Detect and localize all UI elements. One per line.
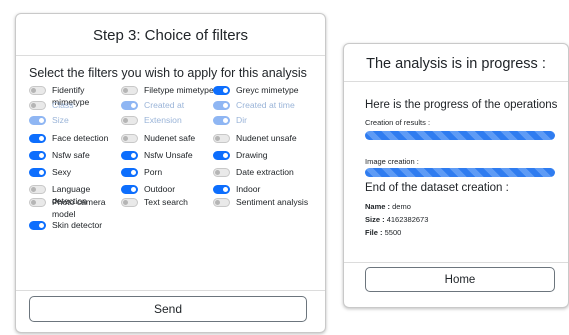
- toggle-switch-icon: [213, 101, 230, 110]
- filter-option-label: Dir: [236, 115, 247, 125]
- filter-option-filetype-mimetype[interactable]: Filetype mimetype: [121, 85, 215, 97]
- filter-option-outdoor[interactable]: Outdoor: [121, 184, 215, 196]
- filter-option-label: Indoor: [236, 184, 261, 194]
- toggle-switch-icon[interactable]: [121, 168, 138, 177]
- filter-option-extension: Extension: [121, 115, 215, 127]
- filter-option-label: Porn: [144, 167, 163, 177]
- results-progress-label: Creation of results :: [365, 118, 431, 127]
- progress-card-title: The analysis is in progress :: [366, 56, 546, 72]
- filter-option-nsfw-safe[interactable]: Nsfw safe: [29, 150, 123, 162]
- filter-option-label: Skin detector: [52, 220, 103, 230]
- toggle-switch-icon: [29, 101, 46, 110]
- filter-option-label: Face detection: [52, 133, 109, 143]
- divider: [16, 55, 325, 56]
- toggle-switch-icon[interactable]: [213, 198, 230, 207]
- divider: [16, 290, 325, 291]
- toggle-switch-icon[interactable]: [29, 221, 46, 230]
- filter-option-greyc-mimetype[interactable]: Greyc mimetype: [213, 85, 313, 97]
- dataset-file-key: File :: [365, 228, 383, 237]
- toggle-switch-icon[interactable]: [29, 86, 46, 95]
- filter-option-date-extraction[interactable]: Date extraction: [213, 167, 313, 179]
- filter-option-size: Size: [29, 115, 123, 127]
- filter-option-label: Nsfw Unsafe: [144, 150, 193, 160]
- filter-option-dir: Dir: [213, 115, 313, 127]
- filter-option-label: Greyc mimetype: [236, 85, 299, 95]
- filter-option-skin-detector[interactable]: Skin detector: [29, 220, 123, 232]
- toggle-switch-icon[interactable]: [121, 185, 138, 194]
- divider: [344, 262, 568, 263]
- filter-option-photo-camera-model[interactable]: Photo camera model: [29, 197, 123, 220]
- filter-option-label: Sentiment analysis: [236, 197, 309, 207]
- filter-option-label: Text search: [144, 197, 188, 207]
- results-progress-bar: [365, 131, 555, 140]
- filter-option-sexy[interactable]: Sexy: [29, 167, 123, 179]
- filter-option-nudenet-unsafe[interactable]: Nudenet unsafe: [213, 133, 313, 145]
- filter-option-drawing[interactable]: Drawing: [213, 150, 313, 162]
- filter-option-label: Sexy: [52, 167, 72, 177]
- filter-option-label: Nudenet unsafe: [236, 133, 297, 143]
- filter-option-label: Outdoor: [144, 184, 176, 194]
- image-progress-bar: [365, 168, 555, 177]
- filter-option-label: Nudenet safe: [144, 133, 196, 143]
- toggle-switch-icon[interactable]: [121, 134, 138, 143]
- filter-option-label: Created at: [144, 100, 185, 110]
- toggle-switch-icon[interactable]: [213, 185, 230, 194]
- filter-option-face-detection[interactable]: Face detection: [29, 133, 123, 145]
- dataset-name-value: demo: [392, 202, 411, 211]
- toggle-switch-icon[interactable]: [121, 198, 138, 207]
- filter-option-nudenet-safe[interactable]: Nudenet safe: [121, 133, 215, 145]
- filter-option-label: Extension: [144, 115, 182, 125]
- toggle-switch-icon: [121, 101, 138, 110]
- dataset-name-row: Name : demo: [365, 202, 411, 211]
- dataset-file-row: File : 5500: [365, 228, 401, 237]
- filter-option-label: Drawing: [236, 150, 268, 160]
- filters-card: Step 3: Choice of filters Select the fil…: [15, 13, 326, 333]
- divider: [344, 81, 568, 82]
- toggle-switch-icon: [29, 116, 46, 125]
- filter-option-sentiment-analysis[interactable]: Sentiment analysis: [213, 197, 313, 209]
- dataset-size-row: Size : 4162382673: [365, 215, 428, 224]
- progress-card: The analysis is in progress : Here is th…: [343, 43, 569, 308]
- send-button[interactable]: Send: [29, 296, 307, 322]
- filter-option-label: Date extraction: [236, 167, 294, 177]
- toggle-switch-icon[interactable]: [121, 86, 138, 95]
- toggle-switch-icon[interactable]: [213, 151, 230, 160]
- dataset-size-key: Size :: [365, 215, 385, 224]
- filter-option-label: Nsfw safe: [52, 150, 90, 160]
- toggle-switch-icon[interactable]: [213, 86, 230, 95]
- image-progress-label: Image creation :: [365, 157, 419, 166]
- toggle-switch-icon[interactable]: [29, 134, 46, 143]
- filter-option-label: Size: [52, 115, 69, 125]
- end-dataset-heading: End of the dataset creation :: [365, 182, 509, 194]
- filter-option-indoor[interactable]: Indoor: [213, 184, 313, 196]
- home-button[interactable]: Home: [365, 267, 555, 292]
- filter-option-label: Class: [52, 100, 74, 110]
- toggle-switch-icon[interactable]: [121, 151, 138, 160]
- toggle-switch-icon[interactable]: [213, 134, 230, 143]
- toggle-switch-icon: [121, 116, 138, 125]
- toggle-switch-icon: [213, 116, 230, 125]
- filter-option-created-at-time: Created at time: [213, 100, 313, 112]
- filters-card-title: Step 3: Choice of filters: [92, 27, 249, 44]
- filter-option-label: Photo camera model: [52, 197, 106, 219]
- filter-option-created-at: Created at: [121, 100, 215, 112]
- toggle-switch-icon[interactable]: [213, 168, 230, 177]
- filters-heading: Select the filters you wish to apply for…: [29, 66, 307, 80]
- filter-option-nsfw-unsafe[interactable]: Nsfw Unsafe: [121, 150, 215, 162]
- toggle-switch-icon[interactable]: [29, 168, 46, 177]
- dataset-file-value: 5500: [384, 228, 402, 237]
- filter-option-label: Filetype mimetype: [144, 85, 214, 95]
- progress-heading: Here is the progress of the operations: [365, 99, 558, 111]
- dataset-size-value: 4162382673: [386, 215, 429, 224]
- toggle-switch-icon[interactable]: [29, 185, 46, 194]
- dataset-name-key: Name :: [365, 202, 391, 211]
- toggle-switch-icon[interactable]: [29, 198, 46, 207]
- filter-option-porn[interactable]: Porn: [121, 167, 215, 179]
- filter-option-class: Class: [29, 100, 123, 112]
- filter-option-text-search[interactable]: Text search: [121, 197, 215, 209]
- toggle-switch-icon[interactable]: [29, 151, 46, 160]
- filter-option-label: Created at time: [236, 100, 295, 110]
